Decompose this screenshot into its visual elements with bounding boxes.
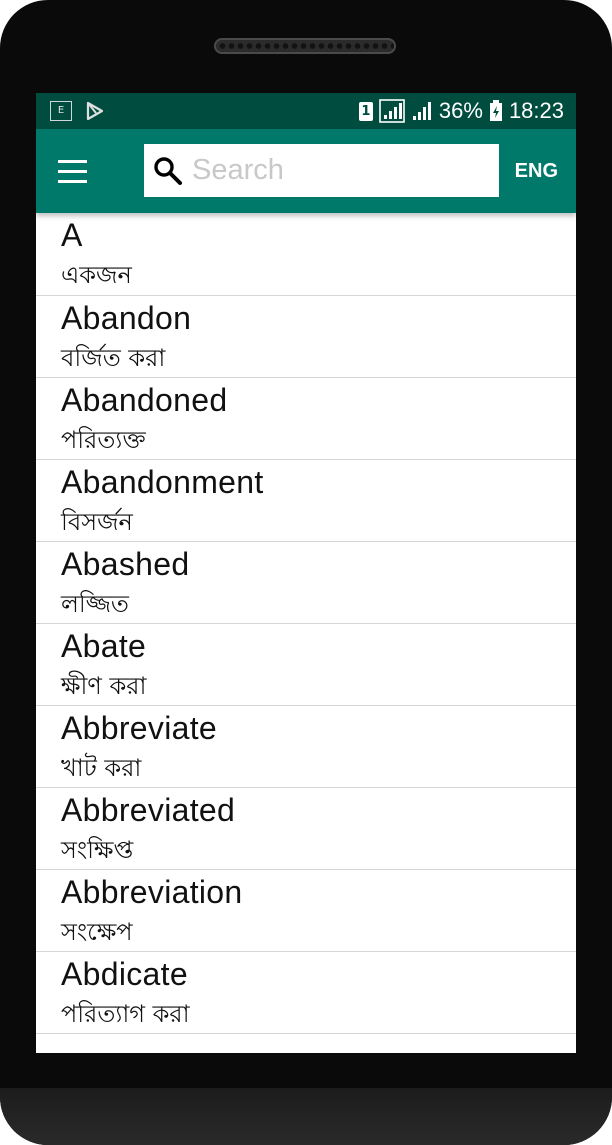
word-list-item[interactable]: Abdicate পরিত্যাগ করা xyxy=(36,952,576,1034)
phone-frame: E 1 36% 18:23 Search ENG A একজন Abandon … xyxy=(0,0,612,1145)
word-list-item[interactable]: Abbreviation সংক্ষেপ xyxy=(36,870,576,952)
english-word: Abbreviation xyxy=(61,874,243,910)
clock: 18:23 xyxy=(508,98,564,123)
english-word: Abbreviated xyxy=(61,792,236,828)
word-list-item[interactable]: Abashed লজ্জিত xyxy=(36,542,576,624)
language-toggle-button[interactable]: ENG xyxy=(515,129,558,213)
english-word: Abandon xyxy=(61,300,192,336)
bengali-meaning: সংক্ষেপ xyxy=(61,918,133,946)
word-list-item[interactable]: Abandoned পরিত্যক্ত xyxy=(36,378,576,460)
english-word: Abashed xyxy=(61,546,190,582)
english-word: Abandonment xyxy=(61,464,264,500)
bengali-meaning: সংক্ষিপ্ত xyxy=(61,836,134,864)
play-store-icon xyxy=(86,101,104,121)
bengali-meaning: বিসর্জন xyxy=(61,508,133,536)
battery-charging-icon xyxy=(489,100,502,121)
word-list-item[interactable]: Abbreviate খাট করা xyxy=(36,706,576,788)
app-bar: ENG xyxy=(36,129,576,213)
battery-percent: 36% xyxy=(438,98,483,123)
signal-strength-icon xyxy=(379,99,405,123)
english-word: Abate xyxy=(61,628,147,664)
bengali-meaning: পরিত্যাগ করা xyxy=(61,1000,190,1028)
english-word: Abandoned xyxy=(61,382,228,418)
word-list-item[interactable]: Abate ক্ষীণ করা xyxy=(36,624,576,706)
word-list-item[interactable]: Abandon বর্জিত করা xyxy=(36,296,576,378)
bengali-meaning: পরিত্যক্ত xyxy=(61,426,146,454)
signal-strength-secondary-icon xyxy=(412,102,431,120)
search-bar[interactable] xyxy=(144,144,499,197)
word-list: A একজন Abandon বর্জিত করা Abandoned পরিত্যক্ত… xyxy=(36,213,576,1034)
word-list-item[interactable]: A একজন xyxy=(36,213,576,296)
bengali-meaning: একজন xyxy=(61,261,132,289)
dictionary-app-icon: E xyxy=(50,101,72,121)
bengali-meaning: লজ্জিত xyxy=(61,590,129,618)
search-icon xyxy=(154,156,182,185)
hamburger-menu-icon[interactable] xyxy=(50,149,94,193)
word-list-item[interactable]: Abandonment বিসর্জন xyxy=(36,460,576,542)
search-input[interactable] xyxy=(190,153,484,188)
bengali-meaning: খাট করা xyxy=(61,754,142,782)
english-word: Abbreviate xyxy=(61,710,217,746)
app-screen: E 1 36% 18:23 Search ENG A একজন Abandon … xyxy=(36,93,576,1053)
bengali-meaning: ক্ষীণ করা xyxy=(61,672,147,700)
phone-bottom-bezel xyxy=(0,1088,612,1145)
english-word: A xyxy=(61,217,83,253)
sim-badge: 1 xyxy=(358,101,373,121)
english-word: Abdicate xyxy=(61,956,188,992)
word-list-item[interactable]: Abbreviated সংক্ষিপ্ত xyxy=(36,788,576,870)
status-bar: E 1 36% 18:23 xyxy=(36,93,576,129)
bengali-meaning: বর্জিত করা xyxy=(61,344,166,372)
earpiece-speaker xyxy=(214,38,396,54)
